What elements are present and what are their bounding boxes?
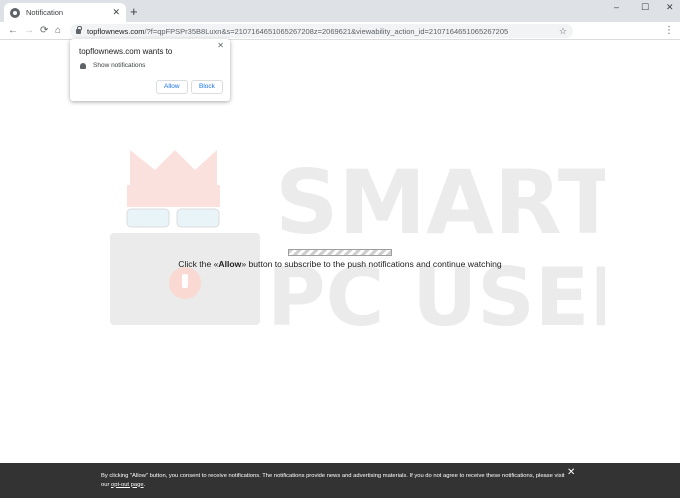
new-tab-button[interactable]: + (130, 5, 138, 18)
minimize-icon[interactable]: – (614, 3, 619, 12)
tab-strip: Notification ✕ + – ☐ ✕ (0, 0, 680, 22)
url-domain: topflownews.com (87, 26, 145, 36)
watermark-logo: SMART PC USER (110, 150, 605, 335)
opt-out-link[interactable]: opt-out page (111, 482, 144, 488)
tab-title: Notification (26, 8, 64, 17)
lock-icon[interactable] (76, 25, 82, 34)
browser-menu-icon[interactable]: ⋮ (664, 24, 674, 38)
watermark-line-1: SMART (275, 151, 605, 254)
consent-bar: By clicking "Allow" button, you consent … (0, 463, 680, 498)
laptop-icon (110, 233, 260, 325)
message-before: Click the « (178, 259, 219, 269)
home-icon[interactable]: ⌂ (55, 24, 61, 38)
allow-button[interactable]: Allow (156, 80, 188, 94)
notification-permission-prompt: topflownews.com wants to ✕ Show notifica… (70, 39, 230, 101)
consent-body: By clicking "Allow" button, you consent … (101, 473, 565, 488)
consent-close-icon[interactable]: ✕ (567, 468, 575, 478)
forward-icon[interactable]: → (24, 24, 34, 38)
message-allow-word: Allow (218, 259, 242, 269)
subscribe-message: Click the «Allow» button to subscribe to… (0, 259, 680, 269)
prompt-title: topflownews.com wants to (79, 47, 173, 56)
window-close-icon[interactable]: ✕ (666, 3, 674, 12)
url-path: /?f=qpFPSPr35B8Luxn&s=210716465106526720… (144, 26, 509, 36)
crown-icon (126, 150, 220, 228)
reload-icon[interactable]: ⟳ (40, 24, 48, 38)
address-bar[interactable]: topflownews.com /?f=qpFPSPr35B8Luxn&s=21… (70, 24, 573, 38)
browser-toolbar: ← → ⟳ ⌂ topflownews.com /?f=qpFPSPr35B8L… (0, 22, 680, 40)
consent-end: . (143, 481, 146, 488)
prompt-close-icon[interactable]: ✕ (217, 42, 224, 50)
consent-text: By clicking "Allow" button, you consent … (101, 472, 571, 489)
back-icon[interactable]: ← (8, 24, 18, 38)
browser-tab[interactable]: Notification ✕ (4, 3, 126, 22)
tab-close-icon[interactable]: ✕ (112, 8, 120, 17)
globe-icon (10, 7, 20, 18)
bell-icon (80, 63, 86, 69)
block-button[interactable]: Block (191, 80, 223, 94)
prompt-permission-text: Show notifications (93, 62, 146, 69)
maximize-icon[interactable]: ☐ (641, 3, 649, 12)
bookmark-star-icon[interactable]: ☆ (559, 24, 567, 38)
message-after: » button to subscribe to the push notifi… (241, 259, 502, 269)
loading-bar (288, 249, 392, 256)
